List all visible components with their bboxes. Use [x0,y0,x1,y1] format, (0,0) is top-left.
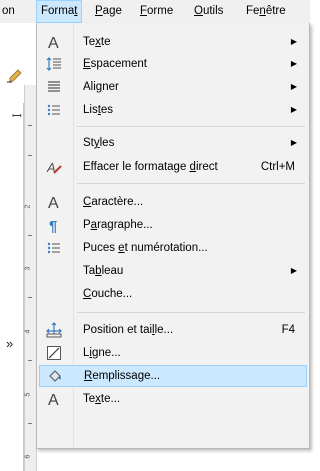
menu-item-couche[interactable]: Couche... [39,283,307,305]
character-a-icon: A [43,32,65,52]
svg-text:A: A [48,392,59,407]
submenu-arrow-icon: ▶ [290,59,297,68]
menu-item-ligne[interactable]: Ligne... [39,342,307,364]
ruler-number: 6 [24,454,32,459]
document-area[interactable]: ꟷ 2 3 4 5 6 » [0,23,37,471]
shortcut-text: F4 [281,324,295,336]
svg-text:A: A [48,195,59,210]
ruler-tick [28,423,32,424]
menu-fenetre[interactable]: Fenêtre [242,0,290,22]
line-spacing-icon [43,54,65,74]
menu-page[interactable]: Page [91,0,126,22]
menu-item-espacement[interactable]: Espacement ▶ [39,53,307,75]
quote-mark: » [6,336,14,351]
ruler-tick [28,360,32,361]
ruler-tick [28,155,32,156]
bullets-icon [43,238,65,258]
menu-item-position-taille[interactable]: Position et taille... F4 [39,319,307,341]
submenu-arrow-icon: ▶ [290,266,297,275]
ruler-number: 2 [24,204,32,209]
menu-forme[interactable]: Forme [136,0,177,22]
ruler-number: 5 [24,392,32,397]
list-icon [43,100,65,120]
submenu-arrow-icon: ▶ [290,82,297,91]
menu-item-texte-dialog[interactable]: A Texte... [39,388,307,410]
menu-outils[interactable]: Outils [190,0,227,22]
submenu-arrow-icon: ▶ [290,37,297,46]
clear-formatting-icon: A [43,157,65,177]
svg-text:A: A [48,35,59,50]
character-a-icon: A [43,389,65,409]
menu-format[interactable]: Format [36,0,83,23]
ruler-tick [28,297,32,298]
ruler-tick [28,235,32,236]
ruler-number: 3 [24,266,32,271]
menu-item-texte[interactable]: A Texte ▶ [39,31,307,53]
align-justify-icon [43,77,65,97]
menu-item-paragraphe[interactable]: ¶ Paragraphe... [39,214,307,236]
menu-item-caractere[interactable]: A Caractère... [39,191,307,213]
submenu-arrow-icon: ▶ [290,138,297,147]
menu-collection[interactable]: on [0,0,19,22]
menu-item-remplissage[interactable]: Remplissage... [39,365,307,387]
menu-item-puces-numerotation[interactable]: Puces et numérotation... [39,237,307,259]
position-size-icon [43,320,65,340]
fill-bucket-icon [44,367,66,387]
line-icon [43,343,65,363]
shortcut-text: Ctrl+M [260,161,295,173]
ruler-number: 4 [24,329,32,334]
menu-separator [77,183,305,184]
pilcrow-icon: ¶ [43,215,65,235]
menu-item-effacer-formatage[interactable]: A Effacer le formatage direct Ctrl+M [39,156,307,178]
menu-item-listes[interactable]: Listes ▶ [39,99,307,121]
format-dropdown-menu: A Texte ▶ Espacement ▶ Aligner ▶ Listes … [36,23,310,449]
menu-item-styles[interactable]: Styles ▶ [39,132,307,154]
menu-item-aligner[interactable]: Aligner ▶ [39,76,307,98]
text-cursor-icon: ꟷ [12,109,22,123]
ruler-tick [28,125,32,126]
toolbar-button-partial-icon [7,69,22,83]
menu-item-tableau[interactable]: Tableau ▶ [39,260,307,282]
menu-separator [77,312,305,313]
submenu-arrow-icon: ▶ [290,105,297,114]
character-a-icon: A [43,192,65,212]
menubar: on Format Page Forme Outils Fenêtre [0,0,310,24]
svg-text:¶: ¶ [49,218,57,233]
menu-separator [77,126,305,127]
